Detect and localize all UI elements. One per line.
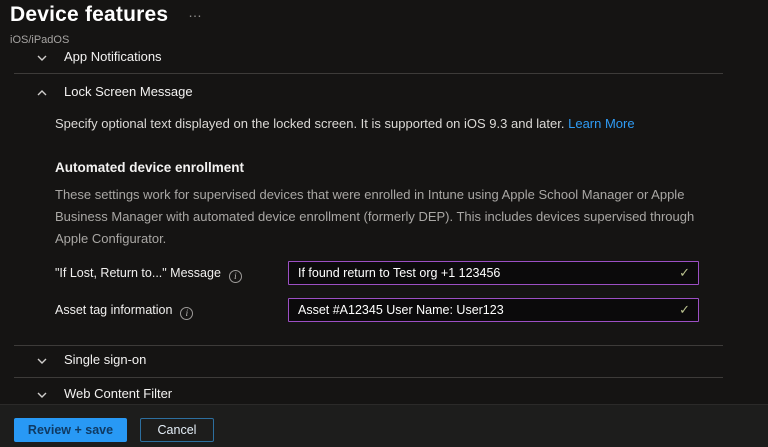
asset-tag-input[interactable] xyxy=(288,298,699,322)
if-lost-message-input[interactable] xyxy=(288,261,699,285)
platform-subtitle: iOS/iPadOS xyxy=(10,34,70,46)
section-lock-screen-message[interactable]: Lock Screen Message xyxy=(0,84,768,106)
section-label: Lock Screen Message xyxy=(64,84,193,99)
section-label: Single sign-on xyxy=(64,352,147,367)
if-lost-message-input-wrap: ✓ xyxy=(288,261,699,285)
cancel-button[interactable]: Cancel xyxy=(140,418,214,442)
chevron-up-icon xyxy=(36,87,48,99)
automated-enrollment-paragraph: These settings work for supervised devic… xyxy=(55,187,695,246)
page-title: Device features xyxy=(10,3,169,26)
section-label: Web Content Filter xyxy=(64,386,173,401)
device-features-page: Device features … iOS/iPadOS App Notific… xyxy=(0,0,768,447)
info-icon[interactable]: i xyxy=(180,307,194,320)
divider xyxy=(14,73,723,74)
chevron-down-icon xyxy=(36,52,48,64)
asset-tag-input-wrap: ✓ xyxy=(288,298,699,322)
asset-tag-label: Asset tag information i xyxy=(55,303,194,320)
field-label-text: "If Lost, Return to..." Message xyxy=(55,266,221,280)
learn-more-link[interactable]: Learn More xyxy=(568,116,634,131)
section-app-notifications[interactable]: App Notifications xyxy=(0,49,768,71)
if-lost-message-label: "If Lost, Return to..." Message i xyxy=(55,266,242,283)
info-icon[interactable]: i xyxy=(228,270,242,283)
more-options-icon[interactable]: … xyxy=(188,2,203,22)
chevron-down-icon xyxy=(36,389,48,401)
divider xyxy=(14,377,723,378)
section-label: App Notifications xyxy=(64,49,162,64)
lock-screen-description: Specify optional text displayed on the l… xyxy=(55,116,735,131)
field-label-text: Asset tag information xyxy=(55,303,173,317)
chevron-down-icon xyxy=(36,355,48,367)
divider xyxy=(14,345,723,346)
description-text: Specify optional text displayed on the l… xyxy=(55,116,565,131)
footer-bar: Review + save Cancel xyxy=(0,404,768,447)
review-save-button[interactable]: Review + save xyxy=(14,418,127,442)
automated-enrollment-heading: Automated device enrollment xyxy=(55,160,245,175)
section-single-sign-on[interactable]: Single sign-on xyxy=(0,352,768,374)
